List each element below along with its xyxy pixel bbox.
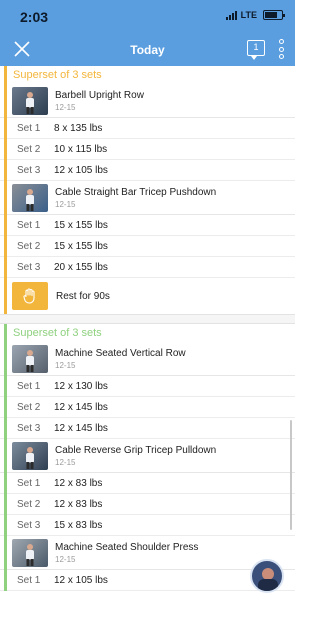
exercise-name: Machine Seated Shoulder Press: [55, 541, 199, 553]
set-row[interactable]: Set 3 15 x 83 lbs: [0, 515, 295, 536]
battery-icon: [263, 10, 285, 20]
set-row[interactable]: Set 2 10 x 115 lbs: [0, 139, 295, 160]
exercise-name: Machine Seated Vertical Row: [55, 347, 186, 359]
set-label: Set 1: [17, 380, 41, 392]
exercise-rep-range: 12-15: [55, 457, 76, 467]
set-label: Set 3: [17, 261, 41, 273]
exercise-rep-range: 12-15: [55, 360, 76, 370]
set-row[interactable]: Set 1 12 x 83 lbs: [0, 473, 295, 494]
set-label: Set 2: [17, 143, 41, 155]
scrollbar[interactable]: [290, 420, 292, 530]
set-row[interactable]: Set 1 8 x 135 lbs: [0, 118, 295, 139]
superset-group: Superset of 3 sets Machine Seated Vertic…: [0, 324, 295, 591]
set-value: 12 x 105 lbs: [54, 164, 108, 176]
set-row[interactable]: Set 1 15 x 155 lbs: [0, 215, 295, 236]
set-row[interactable]: Set 3 12 x 145 lbs: [0, 418, 295, 439]
avatar[interactable]: [250, 559, 284, 593]
notes-button[interactable]: 1: [247, 40, 265, 60]
superset-color-bar: [4, 66, 7, 314]
signal-icon: [225, 10, 237, 20]
rest-label: Rest for 90s: [56, 290, 110, 302]
set-value: 12 x 145 lbs: [54, 401, 108, 413]
superset-group: Superset of 3 sets Barbell Upright Row 1…: [0, 66, 295, 314]
set-value: 12 x 105 lbs: [54, 574, 108, 586]
rest-row[interactable]: Rest for 90s: [0, 278, 295, 314]
set-value: 12 x 83 lbs: [54, 498, 103, 510]
set-value: 20 x 155 lbs: [54, 261, 108, 273]
set-value: 15 x 155 lbs: [54, 240, 108, 252]
set-row[interactable]: Set 2 15 x 155 lbs: [0, 236, 295, 257]
exercise-row[interactable]: Machine Seated Shoulder Press 12-15: [0, 536, 295, 570]
set-label: Set 2: [17, 240, 41, 252]
exercise-row[interactable]: Cable Straight Bar Tricep Pushdown 12-15: [0, 181, 295, 215]
exercise-thumbnail: [12, 86, 48, 115]
set-value: 15 x 83 lbs: [54, 519, 103, 531]
exercise-row[interactable]: Cable Reverse Grip Tricep Pulldown 12-15: [0, 439, 295, 473]
set-value: 10 x 115 lbs: [54, 143, 108, 155]
set-row[interactable]: Set 2 12 x 145 lbs: [0, 397, 295, 418]
exercise-rep-range: 12-15: [55, 199, 76, 209]
set-label: Set 2: [17, 498, 41, 510]
set-value: 12 x 145 lbs: [54, 422, 108, 434]
superset-color-bar: [4, 324, 7, 591]
set-label: Set 1: [17, 574, 41, 586]
set-row[interactable]: Set 3 20 x 155 lbs: [0, 257, 295, 278]
group-separator: [0, 314, 295, 324]
exercise-thumbnail: [12, 344, 48, 373]
superset-title: Superset of 3 sets: [13, 327, 102, 339]
exercise-thumbnail: [12, 441, 48, 470]
set-label: Set 1: [17, 477, 41, 489]
set-value: 15 x 155 lbs: [54, 219, 108, 231]
set-value: 12 x 130 lbs: [54, 380, 108, 392]
exercise-thumbnail: [12, 538, 48, 567]
status-bar: 2:03 LTE: [0, 0, 295, 32]
nav-bar: Today 1: [0, 32, 295, 66]
exercise-row[interactable]: Machine Seated Vertical Row 12-15: [0, 342, 295, 376]
superset-title: Superset of 3 sets: [13, 69, 102, 81]
status-indicators: LTE: [225, 10, 285, 20]
exercise-row[interactable]: Barbell Upright Row 12-15: [0, 84, 295, 118]
exercise-name: Barbell Upright Row: [55, 89, 144, 101]
status-time: 2:03: [20, 9, 49, 25]
set-label: Set 1: [17, 122, 41, 134]
set-value: 12 x 83 lbs: [54, 477, 103, 489]
set-label: Set 3: [17, 422, 41, 434]
set-label: Set 1: [17, 219, 41, 231]
set-label: Set 3: [17, 519, 41, 531]
set-row[interactable]: Set 2 12 x 83 lbs: [0, 494, 295, 515]
notes-count: 1: [253, 42, 259, 52]
set-label: Set 2: [17, 401, 41, 413]
workout-list[interactable]: Superset of 3 sets Barbell Upright Row 1…: [0, 66, 295, 640]
exercise-rep-range: 12-15: [55, 554, 76, 564]
exercise-name: Cable Straight Bar Tricep Pushdown: [55, 186, 217, 198]
exercise-thumbnail: [12, 183, 48, 212]
set-row[interactable]: Set 3 12 x 105 lbs: [0, 160, 295, 181]
network-label: LTE: [240, 10, 257, 20]
set-row[interactable]: Set 1 12 x 130 lbs: [0, 376, 295, 397]
hand-icon: [12, 282, 48, 310]
set-value: 8 x 135 lbs: [54, 122, 103, 134]
exercise-rep-range: 12-15: [55, 102, 76, 112]
exercise-name: Cable Reverse Grip Tricep Pulldown: [55, 444, 217, 456]
more-options-icon[interactable]: [279, 39, 285, 59]
set-label: Set 3: [17, 164, 41, 176]
